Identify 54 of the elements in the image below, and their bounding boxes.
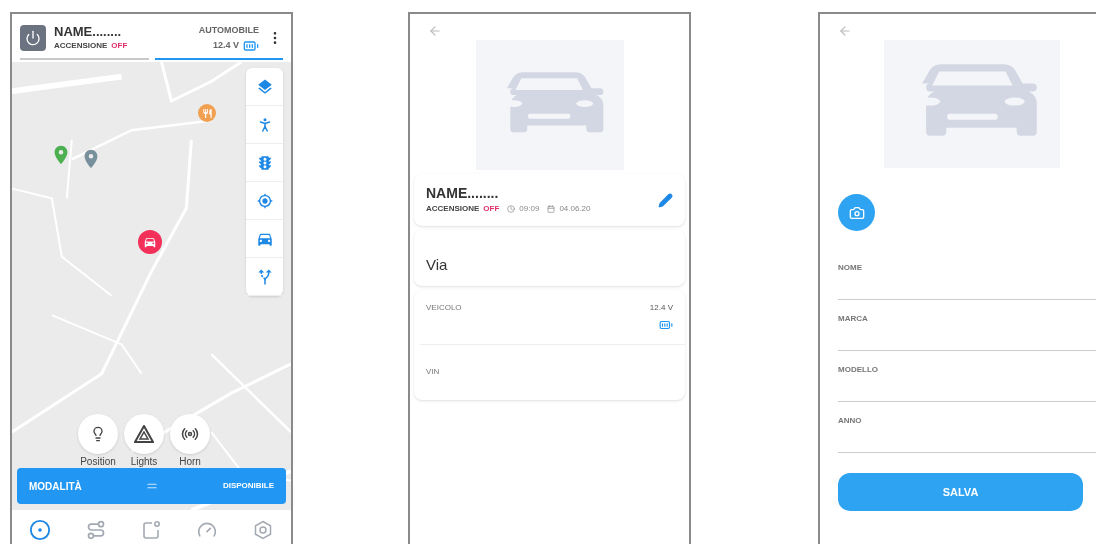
voltage-reading: 12.4 V bbox=[212, 39, 239, 53]
input-field[interactable]: MODELLO bbox=[838, 351, 1096, 402]
vehicle-type: AUTOMOBILE bbox=[198, 24, 259, 37]
edit-button[interactable] bbox=[658, 192, 673, 208]
ignition-status: OFF bbox=[483, 203, 500, 215]
vehicle-name: NAME........ bbox=[426, 185, 500, 201]
back-button[interactable] bbox=[838, 24, 852, 38]
signal-icon bbox=[181, 425, 199, 443]
power-icon bbox=[25, 30, 41, 46]
notification-icon bbox=[141, 520, 162, 540]
ignition-label: ACCENSIONE bbox=[426, 203, 480, 215]
calendar-icon bbox=[547, 205, 556, 213]
vehicle-label: VEICOLO bbox=[426, 302, 462, 314]
vin-label: VIN bbox=[426, 367, 440, 376]
power-button[interactable] bbox=[20, 25, 46, 51]
field-label: ANNO bbox=[838, 416, 862, 425]
mode-label: MODALITÀ bbox=[29, 479, 82, 494]
input-field[interactable]: MARCA bbox=[838, 300, 1096, 351]
field-label: NOME bbox=[838, 263, 862, 272]
vehicle-name: NAME........ bbox=[54, 24, 123, 40]
date-text: 04.06.20 bbox=[559, 203, 591, 215]
pencil-icon bbox=[658, 192, 673, 208]
field-label: MARCA bbox=[838, 314, 868, 323]
ignition-label: ACCENSIONE bbox=[54, 40, 108, 52]
save-button[interactable]: SALVA bbox=[838, 473, 1083, 511]
camera-icon bbox=[848, 204, 865, 221]
lightbulb-icon bbox=[90, 426, 106, 442]
address-text: Via bbox=[426, 254, 448, 275]
locate-icon bbox=[256, 192, 273, 209]
route-icon bbox=[255, 267, 274, 286]
voltage-reading: 12.4 V bbox=[649, 302, 673, 314]
input-field[interactable]: NOME bbox=[838, 249, 1096, 300]
quick-action-label: Position bbox=[80, 456, 116, 468]
route-icon bbox=[85, 520, 106, 540]
gauge-icon bbox=[197, 520, 218, 540]
settings-icon bbox=[253, 520, 274, 540]
mode-bar[interactable]: MODALITÀ DISPONIBILE bbox=[17, 468, 286, 504]
live-icon bbox=[28, 519, 51, 541]
mode-value: DISPONIBILE bbox=[222, 480, 274, 492]
clock-icon bbox=[507, 205, 516, 213]
quick-action-label: Lights bbox=[130, 456, 158, 468]
back-button[interactable] bbox=[428, 24, 442, 38]
battery-icon bbox=[659, 318, 673, 332]
back-icon bbox=[838, 24, 852, 38]
camera-button[interactable] bbox=[838, 194, 875, 231]
hazard-icon bbox=[134, 425, 154, 443]
layers-icon bbox=[255, 77, 274, 96]
quick-action-label: Horn bbox=[179, 456, 201, 468]
battery-icon bbox=[243, 38, 259, 54]
time-text: 09:09 bbox=[519, 203, 540, 215]
back-icon bbox=[428, 24, 442, 38]
field-label: MODELLO bbox=[838, 365, 878, 374]
input-field[interactable]: ANNO bbox=[838, 402, 1096, 453]
ignition-status: OFF bbox=[111, 40, 128, 52]
